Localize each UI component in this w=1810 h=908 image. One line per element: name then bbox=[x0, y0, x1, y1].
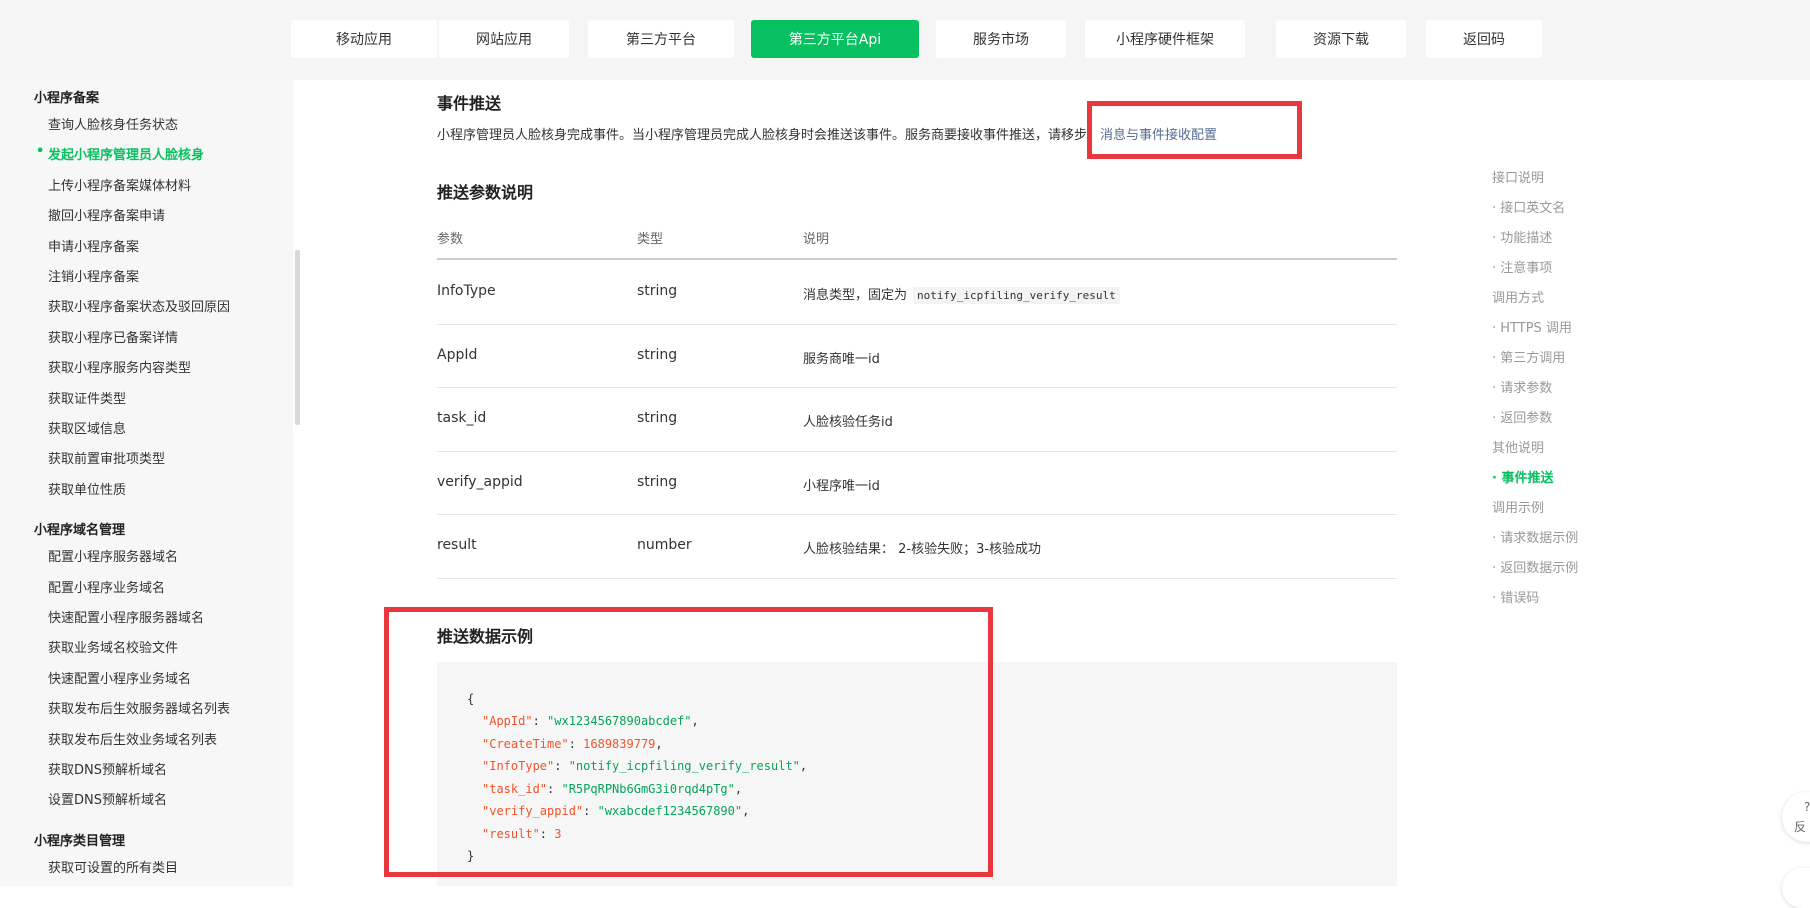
sidebar-item[interactable]: 配置小程序业务域名 bbox=[48, 577, 165, 596]
sidebar: 小程序备案查询人脸核身任务状态发起小程序管理员人脸核身上传小程序备案媒体材料撤回… bbox=[0, 80, 293, 886]
toc-item[interactable]: 其他说明 bbox=[1492, 437, 1544, 456]
help-icon: ? bbox=[1804, 800, 1810, 814]
sidebar-scrollbar[interactable] bbox=[295, 250, 300, 425]
toc-item[interactable]: · 接口英文名 bbox=[1492, 197, 1565, 216]
sidebar-item[interactable]: 获取区域信息 bbox=[48, 418, 126, 437]
sidebar-item[interactable]: 申请小程序备案 bbox=[48, 236, 139, 255]
toc-item[interactable]: 调用方式 bbox=[1492, 287, 1544, 306]
tab-1[interactable]: 网站应用 bbox=[439, 20, 569, 58]
sidebar-item[interactable]: 快速配置小程序业务域名 bbox=[48, 668, 191, 687]
tab-3[interactable]: 第三方平台Api bbox=[751, 20, 919, 58]
sidebar-item[interactable]: 获取业务域名校验文件 bbox=[48, 637, 178, 656]
tab-2[interactable]: 第三方平台 bbox=[588, 20, 734, 58]
cell-param: result bbox=[437, 537, 477, 553]
row-divider bbox=[437, 324, 1397, 325]
inline-code: notify_icpfiling_verify_result bbox=[913, 287, 1120, 304]
cell-type: string bbox=[637, 283, 678, 299]
tab-5[interactable]: 小程序硬件框架 bbox=[1085, 20, 1245, 58]
cell-param: InfoType bbox=[437, 283, 496, 299]
sidebar-item[interactable]: 获取可设置的所有类目 bbox=[48, 857, 178, 876]
tab-6[interactable]: 资源下载 bbox=[1276, 20, 1406, 58]
top-nav: 移动应用 网站应用 第三方平台 第三方平台Api 服务市场 小程序硬件框架 资源下载 返回码 bbox=[0, 0, 1810, 80]
back-to-top-button[interactable] bbox=[1782, 868, 1810, 908]
sidebar-item[interactable]: 注销小程序备案 bbox=[48, 266, 139, 285]
row-divider bbox=[437, 387, 1397, 388]
cell-param: task_id bbox=[437, 410, 487, 426]
toc-item[interactable]: · 第三方调用 bbox=[1492, 347, 1565, 366]
params-table: 参数 类型 说明 InfoType string 消息类型，固定为 notify_icpfi… bbox=[437, 215, 1397, 580]
sidebar-item[interactable]: 获取单位性质 bbox=[48, 479, 126, 498]
cell-type: string bbox=[637, 346, 678, 363]
sidebar-item[interactable]: 发起小程序管理员人脸核身 bbox=[36, 144, 204, 163]
cell-type: number bbox=[637, 537, 692, 553]
toc-item[interactable]: 调用示例 bbox=[1492, 497, 1544, 516]
cell-param: AppId bbox=[437, 346, 478, 363]
toc-item[interactable]: · HTTPS 调用 bbox=[1492, 317, 1572, 336]
sidebar-item[interactable]: 获取小程序已备案详情 bbox=[48, 327, 178, 346]
sidebar-item[interactable]: 查询人脸核身任务状态 bbox=[48, 114, 178, 133]
cell-desc-text: 消息类型，固定为 bbox=[803, 288, 908, 303]
table-header: 类型 bbox=[637, 232, 664, 247]
toc-item[interactable]: · 请求数据示例 bbox=[1492, 527, 1578, 546]
sidebar-item[interactable]: 获取发布后生效服务器域名列表 bbox=[48, 698, 230, 717]
cell-desc: 人脸核验任务id bbox=[803, 411, 893, 430]
highlight-box-example bbox=[384, 607, 993, 877]
cell-desc: 小程序唯一id bbox=[803, 475, 880, 494]
feedback-float-button[interactable]: ? 反 bbox=[1782, 792, 1810, 842]
sidebar-item[interactable]: 获取发布后生效业务域名列表 bbox=[48, 729, 217, 748]
cell-desc-text: 服务商唯一id bbox=[803, 351, 880, 367]
cell-desc-text: 小程序唯一id bbox=[803, 478, 880, 494]
toc-item[interactable]: · 返回参数 bbox=[1492, 407, 1552, 426]
event-push-title: 事件推送 bbox=[437, 94, 502, 113]
cell-desc: 消息类型，固定为 notify_icpfiling_verify_result bbox=[803, 284, 1120, 304]
toc-item[interactable]: · 事件推送 bbox=[1492, 467, 1553, 486]
toc-item[interactable]: · 注意事项 bbox=[1492, 257, 1552, 276]
feedback-label: 反 bbox=[1794, 820, 1807, 834]
tab-4[interactable]: 服务市场 bbox=[936, 20, 1066, 58]
row-divider bbox=[437, 451, 1397, 452]
cell-param: verify_appid bbox=[437, 473, 523, 490]
table-header-divider bbox=[437, 258, 1397, 260]
cell-desc: 人脸核验结果： 2-核验失败；3-核验成功 bbox=[803, 538, 1041, 557]
toc-item[interactable]: · 请求参数 bbox=[1492, 377, 1552, 396]
sidebar-item[interactable]: 撤回小程序备案申请 bbox=[48, 205, 165, 224]
toc-item[interactable]: · 返回数据示例 bbox=[1492, 557, 1578, 576]
sidebar-item[interactable]: 设置DNS预解析域名 bbox=[48, 789, 167, 808]
params-title: 推送参数说明 bbox=[437, 183, 534, 202]
toc-item[interactable]: 接口说明 bbox=[1492, 167, 1544, 186]
row-divider bbox=[437, 514, 1397, 515]
row-divider bbox=[437, 578, 1397, 579]
tab-7[interactable]: 返回码 bbox=[1426, 20, 1542, 58]
event-desc-text: 小程序管理员人脸核身完成事件。当小程序管理员完成人脸核身时会推送该事件。服务商要… bbox=[437, 128, 1101, 143]
toc-item[interactable]: · 功能描述 bbox=[1492, 227, 1552, 246]
sidebar-item[interactable]: 获取小程序服务内容类型 bbox=[48, 357, 191, 376]
sidebar-item[interactable]: 上传小程序备案媒体材料 bbox=[48, 175, 191, 194]
cell-desc: 服务商唯一id bbox=[803, 348, 880, 367]
sidebar-group-title[interactable]: 小程序类目管理 bbox=[34, 830, 125, 849]
sidebar-group-title[interactable]: 小程序备案 bbox=[34, 87, 99, 106]
sidebar-item[interactable]: 获取证件类型 bbox=[48, 388, 126, 407]
sidebar-item[interactable]: 获取DNS预解析域名 bbox=[48, 759, 167, 778]
cell-type: string bbox=[637, 473, 678, 490]
tab-0[interactable]: 移动应用 bbox=[291, 20, 437, 58]
sidebar-item[interactable]: 快速配置小程序服务器域名 bbox=[48, 607, 204, 626]
cell-desc-text: 人脸核验结果： 2-核验失败；3-核验成功 bbox=[803, 542, 1042, 557]
toc-item[interactable]: · 错误码 bbox=[1492, 587, 1539, 606]
sidebar-item[interactable]: 获取小程序备案状态及驳回原因 bbox=[48, 296, 230, 315]
highlight-box-link bbox=[1087, 101, 1302, 159]
cell-desc-text: 人脸核验任务id bbox=[803, 415, 893, 430]
sidebar-group-title[interactable]: 小程序域名管理 bbox=[34, 519, 125, 538]
table-header: 说明 bbox=[803, 232, 830, 247]
cell-type: string bbox=[637, 410, 678, 426]
table-header: 参数 bbox=[437, 232, 464, 247]
sidebar-item[interactable]: 配置小程序服务器域名 bbox=[48, 546, 178, 565]
sidebar-item[interactable]: 获取前置审批项类型 bbox=[48, 448, 165, 467]
